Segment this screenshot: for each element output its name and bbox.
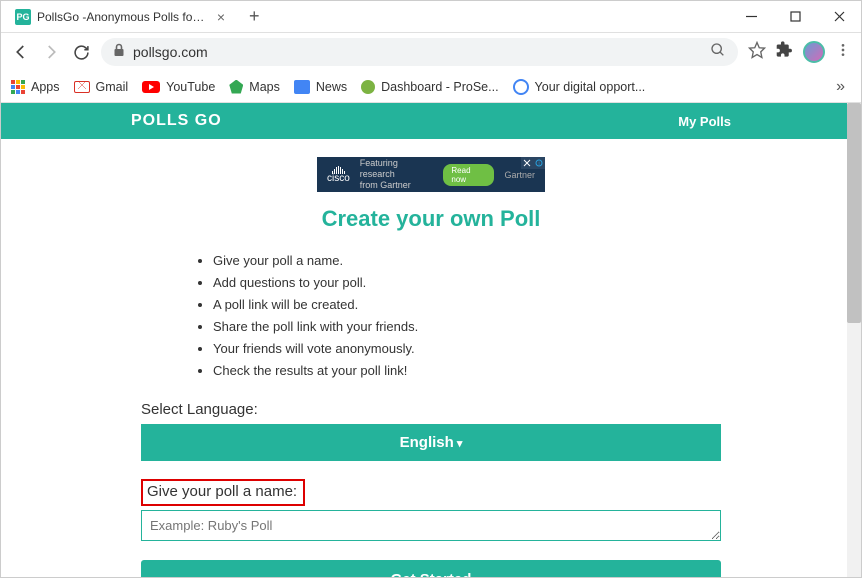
tab-close-button[interactable]: × [213,9,229,25]
chrome-menu-icon[interactable] [835,42,851,63]
window-titlebar: PG PollsGo -Anonymous Polls for W × + [1,1,861,33]
bookmark-apps[interactable]: Apps [11,80,60,94]
bookmarks-bar: Apps Gmail YouTube Maps News Dashboard -… [1,71,861,103]
tab-title: PollsGo -Anonymous Polls for W [37,10,207,24]
url-text: pollsgo.com [133,44,702,60]
svg-text:i: i [538,161,539,167]
instruction-item: Your friends will vote anonymously. [213,338,721,360]
google-icon [513,79,529,95]
poll-name-label: Give your poll a name: [147,483,297,500]
profile-avatar[interactable] [803,41,825,63]
poll-name-input[interactable] [141,510,721,541]
site-header: POLLS GO My Polls [1,103,861,139]
instructions-list: Give your poll a name. Add questions to … [141,250,721,383]
instruction-item: Share the poll link with your friends. [213,316,721,338]
bookmark-youtube[interactable]: YouTube [142,80,215,94]
bookmark-maps[interactable]: Maps [229,80,280,94]
zoom-icon[interactable] [710,42,726,63]
bookmark-news[interactable]: News [294,80,347,94]
apps-icon [11,80,25,94]
reload-button[interactable] [71,42,91,62]
ad-cta-button[interactable]: Read now [443,164,494,186]
page-title: Create your own Poll [141,206,721,232]
close-window-button[interactable] [817,2,861,32]
bookmark-dashboard[interactable]: Dashboard - ProSe... [361,80,498,94]
brand-logo[interactable]: POLLS GO [131,112,222,130]
maximize-button[interactable] [773,2,817,32]
get-started-button[interactable]: Get Started [141,560,721,577]
cisco-logo: cisco [327,166,350,184]
lock-icon [113,43,125,62]
youtube-icon [142,81,160,93]
minimize-button[interactable] [729,2,773,32]
instruction-item: Add questions to your poll. [213,272,721,294]
ad-banner[interactable]: i cisco Featuring researchfrom Gartner R… [317,157,545,192]
ad-text: Featuring researchfrom Gartner [360,158,434,190]
news-icon [294,80,310,94]
page-viewport: POLLS GO My Polls i cisco Featuring rese… [1,103,861,577]
extensions-icon[interactable] [776,41,793,63]
bookmarks-overflow-button[interactable]: » [836,78,851,96]
address-bar: pollsgo.com [1,33,861,71]
scrollbar[interactable] [847,103,861,577]
language-dropdown[interactable]: English [141,424,721,461]
select-language-label: Select Language: [141,401,721,418]
bookmark-digital[interactable]: Your digital opport... [513,79,646,95]
instruction-item: A poll link will be created. [213,294,721,316]
browser-tab[interactable]: PG PollsGo -Anonymous Polls for W × [7,2,237,32]
back-button[interactable] [11,42,31,62]
url-input[interactable]: pollsgo.com [101,38,738,66]
bookmark-gmail[interactable]: Gmail [74,80,129,94]
highlight-annotation: Give your poll a name: [141,479,305,506]
instruction-item: Check the results at your poll link! [213,360,721,382]
instruction-item: Give your poll a name. [213,250,721,272]
my-polls-link[interactable]: My Polls [678,114,731,129]
new-tab-button[interactable]: + [237,6,272,27]
maps-icon [229,80,243,94]
gmail-icon [74,81,90,93]
bookmark-star-icon[interactable] [748,41,766,64]
forward-button[interactable] [41,42,61,62]
dashboard-icon [361,80,375,94]
gartner-label: Gartner [504,170,535,180]
ad-close-button[interactable]: i [521,157,545,169]
tab-favicon: PG [15,9,31,25]
